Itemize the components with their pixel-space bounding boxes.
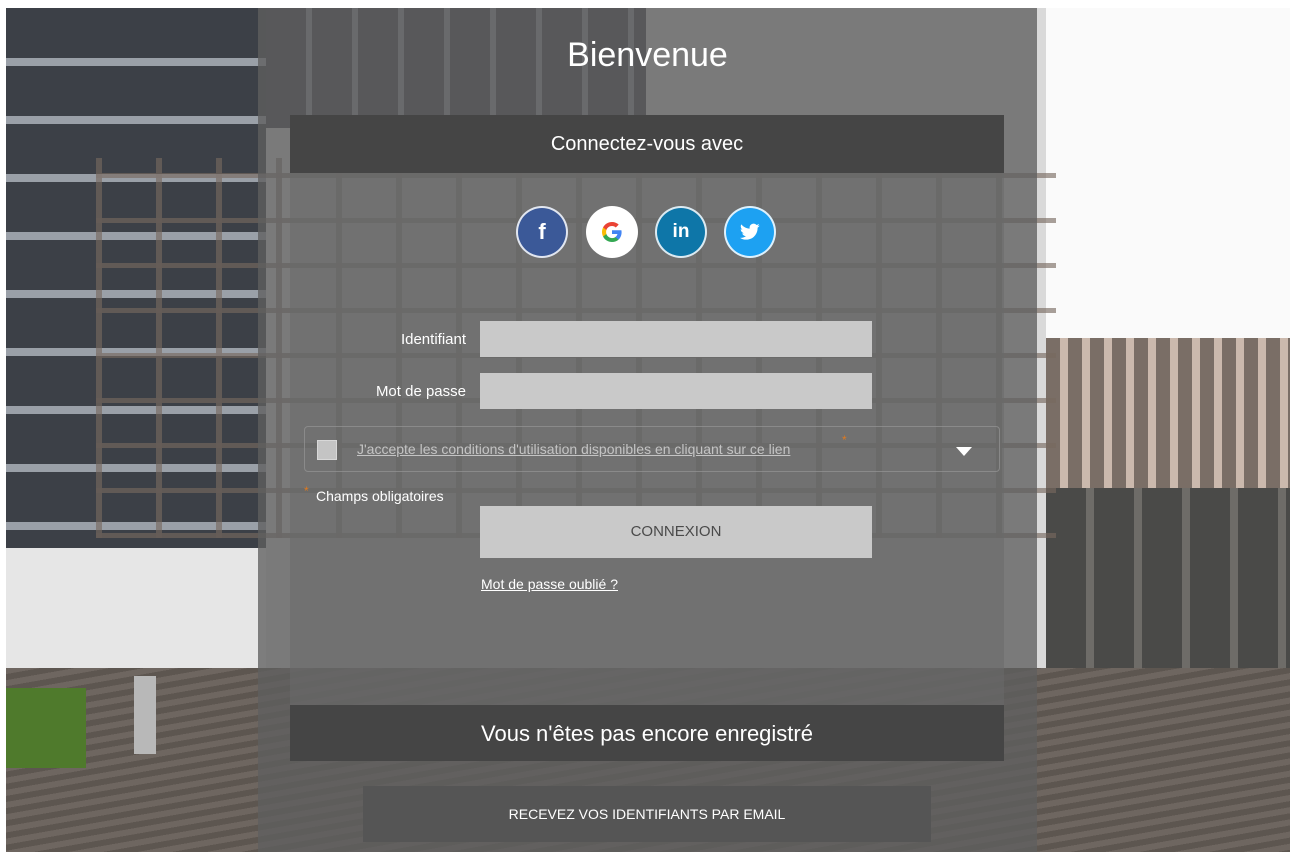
login-button[interactable]: CONNEXION	[480, 506, 872, 558]
twitter-login-button[interactable]	[724, 206, 776, 258]
linkedin-login-button[interactable]: in	[655, 206, 707, 258]
google-icon	[602, 222, 622, 242]
password-input[interactable]	[480, 373, 872, 409]
background-wall	[6, 548, 266, 688]
social-login-heading: Connectez-vous avec	[290, 115, 1004, 173]
background-grass	[6, 688, 86, 768]
register-heading: Vous n'êtes pas encore enregistré	[290, 705, 1004, 761]
terms-checkbox[interactable]	[317, 440, 337, 460]
facebook-login-button[interactable]: f	[516, 206, 568, 258]
receive-credentials-button[interactable]: RECEVEZ VOS IDENTIFIANTS PAR EMAIL	[363, 786, 931, 842]
background-sky	[1046, 8, 1290, 348]
identifier-label: Identifiant	[400, 331, 466, 348]
forgot-password-link[interactable]: Mot de passe oublié ?	[481, 576, 618, 592]
chevron-down-icon[interactable]	[956, 447, 972, 456]
required-marker-terms: *	[842, 433, 847, 447]
required-fields-label: Champs obligatoires	[316, 488, 444, 504]
twitter-icon	[740, 223, 760, 240]
background-post	[134, 676, 156, 754]
password-label: Mot de passe	[375, 383, 466, 400]
required-marker: *	[304, 484, 309, 498]
identifier-input[interactable]	[480, 321, 872, 357]
facebook-icon: f	[538, 219, 546, 244]
terms-link[interactable]: J'accepte les conditions d'utilisation d…	[357, 441, 790, 457]
google-login-button[interactable]	[586, 206, 638, 258]
terms-row: J'accepte les conditions d'utilisation d…	[304, 426, 1000, 472]
linkedin-icon: in	[672, 221, 690, 242]
page-title: Bienvenue	[567, 36, 728, 74]
background-ground-floor-right	[1046, 488, 1290, 688]
